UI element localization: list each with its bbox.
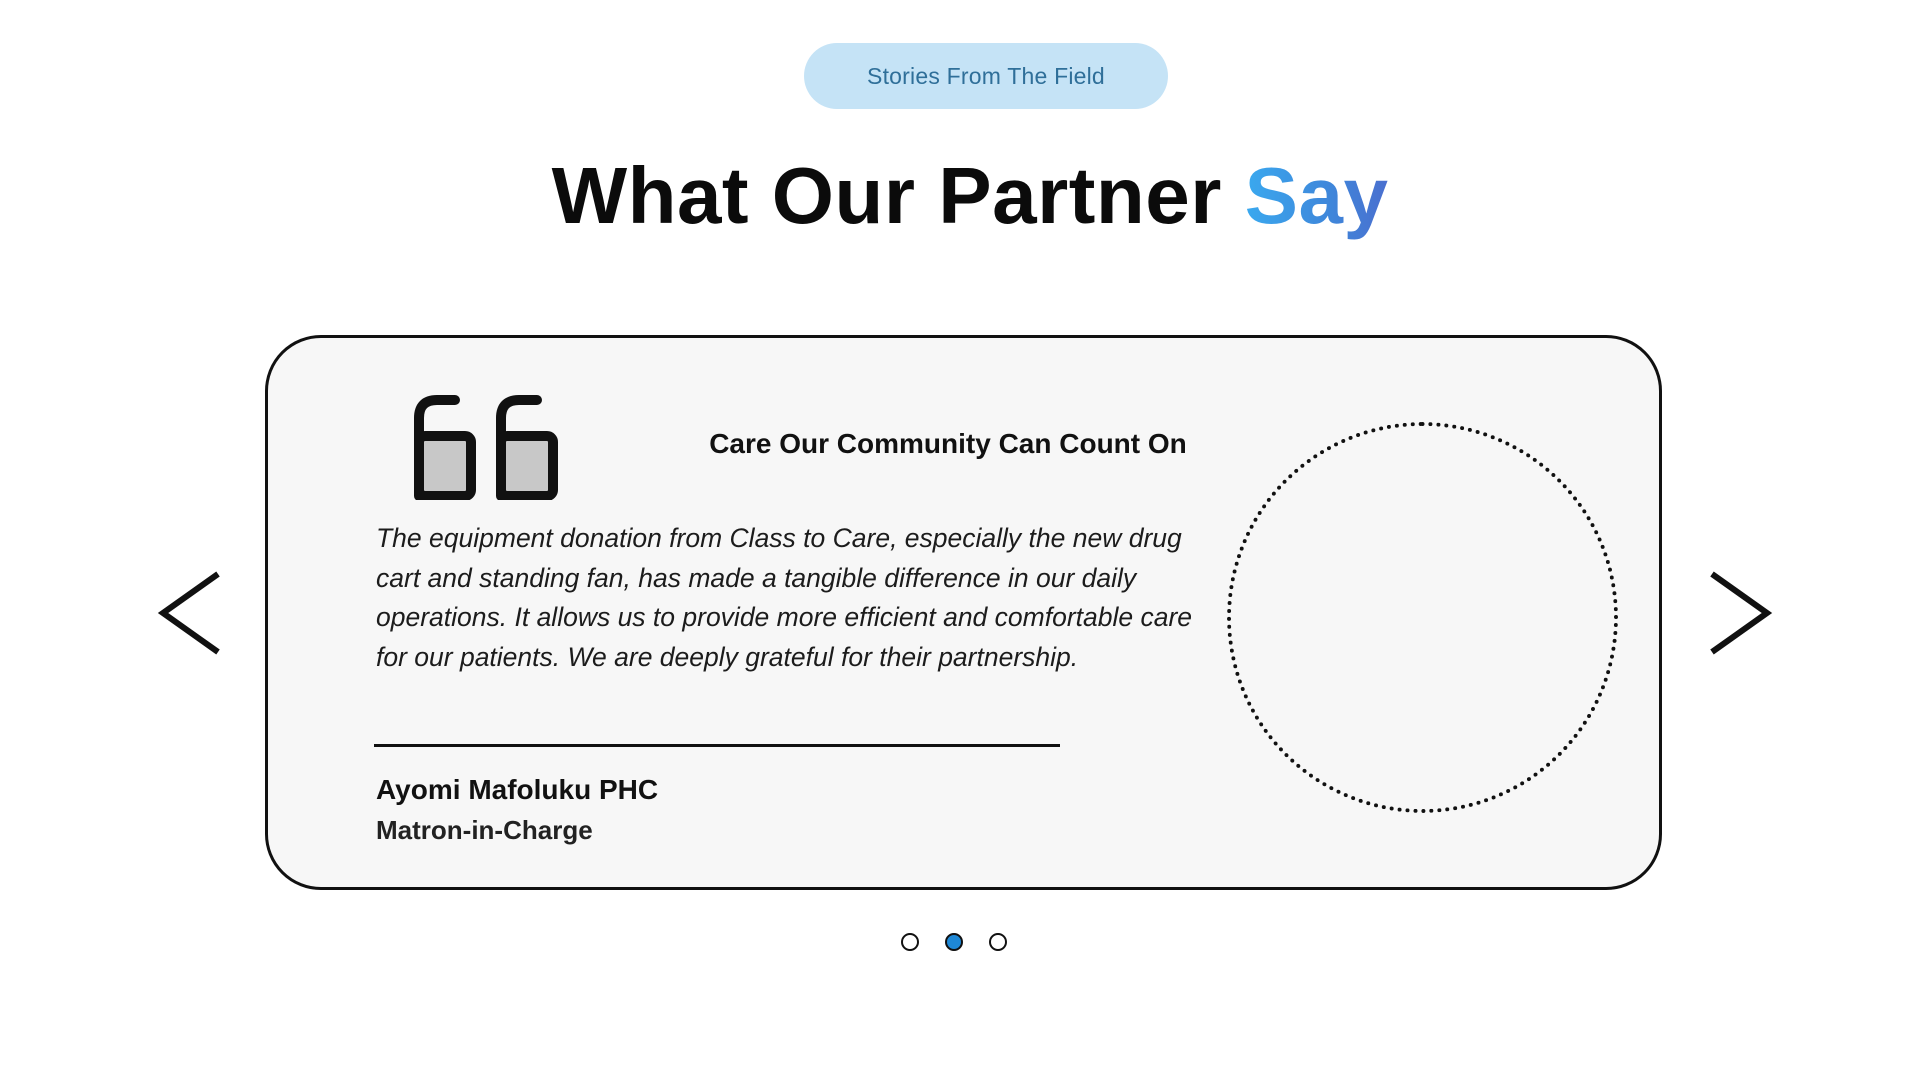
carousel-pagination bbox=[901, 933, 1007, 951]
section-badge-label: Stories From The Field bbox=[867, 62, 1105, 89]
testimonial-author-role: Matron-in-Charge bbox=[376, 815, 593, 845]
carousel-dot-1[interactable] bbox=[901, 933, 919, 951]
testimonial-author-name: Ayomi Mafoluku PHC bbox=[376, 774, 659, 805]
section-heading-accent: Say bbox=[1244, 151, 1389, 240]
chevron-left-icon bbox=[157, 571, 220, 655]
carousel-dot-3[interactable] bbox=[989, 933, 1007, 951]
testimonial-title: Care Our Community Can Count On bbox=[709, 428, 1187, 459]
section-heading-main: What Our Partner bbox=[551, 151, 1245, 240]
next-slide-button[interactable] bbox=[1705, 568, 1775, 658]
quote-icon bbox=[414, 395, 558, 500]
section-heading: What Our Partner Say bbox=[0, 150, 1920, 242]
testimonial-card: Care Our Community Can Count On The equi… bbox=[265, 335, 1662, 890]
prev-slide-button[interactable] bbox=[155, 568, 225, 658]
author-photo-placeholder bbox=[1227, 422, 1618, 813]
carousel-dot-2[interactable] bbox=[945, 933, 963, 951]
section-badge: Stories From The Field bbox=[804, 43, 1168, 109]
testimonial-divider bbox=[374, 744, 1060, 747]
testimonials-section: Stories From The Field What Our Partner … bbox=[0, 0, 1920, 1080]
chevron-right-icon bbox=[1710, 571, 1773, 655]
testimonial-quote: The equipment donation from Class to Car… bbox=[376, 523, 1193, 672]
